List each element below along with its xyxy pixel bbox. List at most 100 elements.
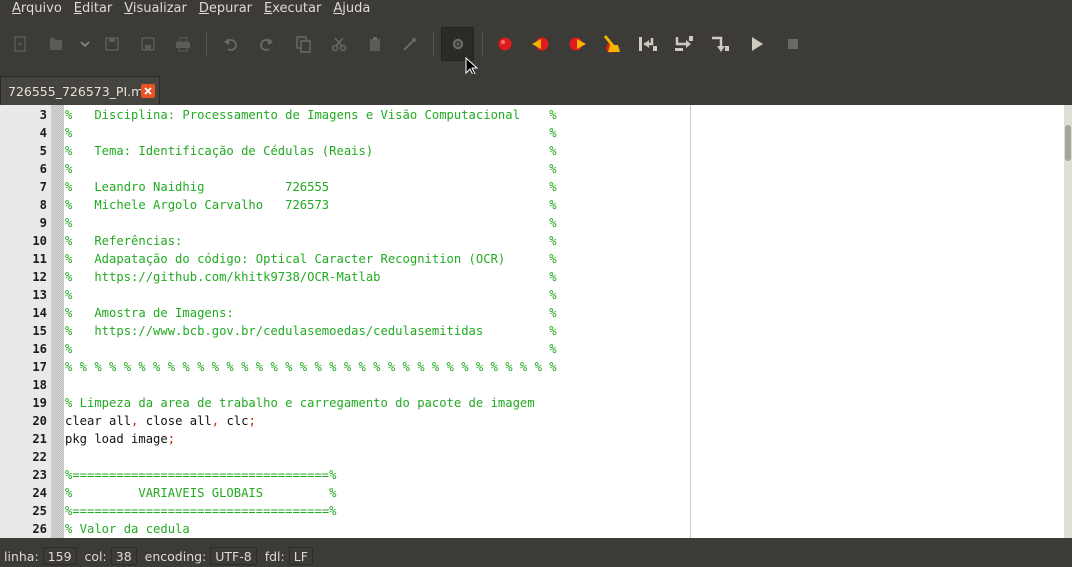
line-number: 5 (39, 144, 47, 158)
step-out-button[interactable] (704, 27, 736, 61)
col-value: 38 (110, 547, 137, 565)
code-line[interactable]: 23 %===================================% (0, 466, 1000, 484)
code-token: % Limpeza da area de trabalho e carregam… (65, 396, 535, 410)
gear-icon (452, 38, 463, 50)
code-token: close all (138, 414, 212, 428)
code-line[interactable]: 21 pkg load image; (0, 430, 1000, 448)
code-token: clear all (65, 414, 132, 428)
code-text: % Michele Argolo Carvalho 726573 % (65, 196, 557, 214)
line-number: 21 (32, 432, 47, 446)
code-token: pkg load image (65, 432, 168, 446)
code-line[interactable]: 6 % % (0, 160, 1000, 178)
undo-button[interactable] (215, 27, 247, 61)
code-line[interactable]: 7 % Leandro Naidhig 726555 % (0, 178, 1000, 196)
code-line[interactable]: 12 % https://github.com/khitk9738/OCR-Mat… (0, 268, 1000, 286)
step-out-icon (712, 36, 729, 52)
line-number: 14 (32, 306, 47, 320)
code-line[interactable]: 22 (0, 448, 1000, 466)
save-as-button[interactable] (132, 27, 164, 61)
code-line[interactable]: 10 % Referências: % (0, 232, 1000, 250)
line-number: 7 (39, 180, 47, 194)
status-bar: linha: 159 col: 38 encoding: UTF-8 fdl: … (0, 545, 1072, 567)
scrollbar-thumb[interactable] (1065, 125, 1071, 161)
code-line[interactable]: 11 % Adapatação do código: Optical Caract… (0, 250, 1000, 268)
code-line[interactable]: 3 % Disciplina: Processamento de Imagens … (0, 106, 1000, 124)
previous-breakpoint-button[interactable] (525, 27, 557, 61)
settings-button[interactable] (441, 27, 474, 61)
encoding-value: UTF-8 (210, 547, 257, 565)
line-number: 15 (32, 324, 47, 338)
play-icon (752, 37, 763, 51)
stop-icon (788, 39, 798, 49)
open-file-button[interactable] (40, 27, 72, 61)
line-number: 20 (32, 414, 47, 428)
code-line[interactable]: 18 (0, 376, 1000, 394)
code-line[interactable]: 8 % Michele Argolo Carvalho 726573 % (0, 196, 1000, 214)
code-line[interactable]: 19 % Limpeza da area de trabalho e carreg… (0, 394, 1000, 412)
code-token: % % (65, 288, 557, 302)
code-text: % % (65, 340, 557, 358)
code-text: % https://github.com/khitk9738/OCR-Matla… (65, 268, 557, 286)
code-line[interactable]: 13 % % (0, 286, 1000, 304)
code-line[interactable]: 15 % https://www.bcb.gov.br/cedulasemoeda… (0, 322, 1000, 340)
code-token: % % (65, 342, 557, 356)
redo-button[interactable] (250, 27, 282, 61)
code-token: % Leandro Naidhig 726555 % (65, 180, 557, 194)
toggle-breakpoint-button[interactable] (489, 27, 521, 61)
code-token: , (211, 414, 220, 428)
code-line[interactable]: 24 % VARIAVEIS GLOBAIS % (0, 484, 1000, 502)
line-number: 22 (32, 450, 47, 464)
print-button[interactable] (167, 27, 199, 61)
step-in-icon (675, 36, 693, 51)
menu-ajuda[interactable]: Ajuda (327, 0, 376, 18)
redo-icon (260, 38, 273, 51)
menu-visualizar[interactable]: Visualizar (118, 0, 193, 18)
menu-executar[interactable]: Executar (258, 0, 327, 18)
code-line[interactable]: 5 % Tema: Identificação de Cédulas (Reais… (0, 142, 1000, 160)
code-line[interactable]: 4 % % (0, 124, 1000, 142)
tab-bar: 726555_726573_PI.m (0, 74, 1072, 106)
code-line[interactable]: 17 % % % % % % % % % % % % % % % % % % % … (0, 358, 1000, 376)
paste-button[interactable] (359, 27, 391, 61)
line-number: 6 (39, 162, 47, 176)
code-token: % https://www.bcb.gov.br/cedulasemoedas/… (65, 324, 557, 338)
code-line[interactable]: 16 % % (0, 340, 1000, 358)
code-editor[interactable]: 3 % Disciplina: Processamento de Imagens … (0, 105, 1064, 538)
tab-file[interactable]: 726555_726573_PI.m (0, 76, 160, 105)
step-button[interactable] (632, 27, 664, 61)
code-line[interactable]: 14 % Amostra de Imagens: % (0, 304, 1000, 322)
save-button[interactable] (96, 27, 128, 61)
new-file-button[interactable] (4, 27, 36, 61)
menu-editar[interactable]: Editar (68, 0, 119, 18)
code-line[interactable]: 25 %===================================% (0, 502, 1000, 520)
next-breakpoint-button[interactable] (561, 27, 593, 61)
close-icon[interactable] (141, 84, 155, 98)
code-token: ; (167, 432, 176, 446)
toolbar-separator (206, 32, 207, 56)
open-folder-icon (50, 38, 62, 50)
code-line[interactable]: 20 clear all, close all, clc; (0, 412, 1000, 430)
code-line[interactable]: 26 % Valor da cedula (0, 520, 1000, 538)
toolbar-separator (433, 32, 434, 56)
vertical-scrollbar[interactable] (1064, 105, 1072, 538)
stop-button[interactable] (777, 27, 809, 61)
step-in-button[interactable] (668, 27, 700, 61)
menu-depurar[interactable]: Depurar (193, 0, 258, 18)
copy-button[interactable] (287, 27, 319, 61)
code-text: % Amostra de Imagens: % (65, 304, 557, 322)
find-button[interactable] (394, 27, 426, 61)
code-text: % % (65, 286, 557, 304)
code-token: % Michele Argolo Carvalho 726573 % (65, 198, 557, 212)
code-text: % Leandro Naidhig 726555 % (65, 178, 557, 196)
line-number: 8 (39, 198, 47, 212)
code-token: ; (248, 414, 256, 428)
menu-bar: Arquivo Editar Visualizar Depurar Execut… (0, 0, 1072, 18)
clear-breakpoints-button[interactable] (596, 27, 628, 61)
save-icon (105, 37, 119, 51)
menu-arquivo[interactable]: Arquivo (6, 0, 68, 18)
code-line[interactable]: 9 % % (0, 214, 1000, 232)
code-text: % % (65, 124, 557, 142)
code-text: % Valor da cedula (65, 520, 190, 538)
continue-button[interactable] (741, 27, 773, 61)
cut-button[interactable] (323, 27, 355, 61)
